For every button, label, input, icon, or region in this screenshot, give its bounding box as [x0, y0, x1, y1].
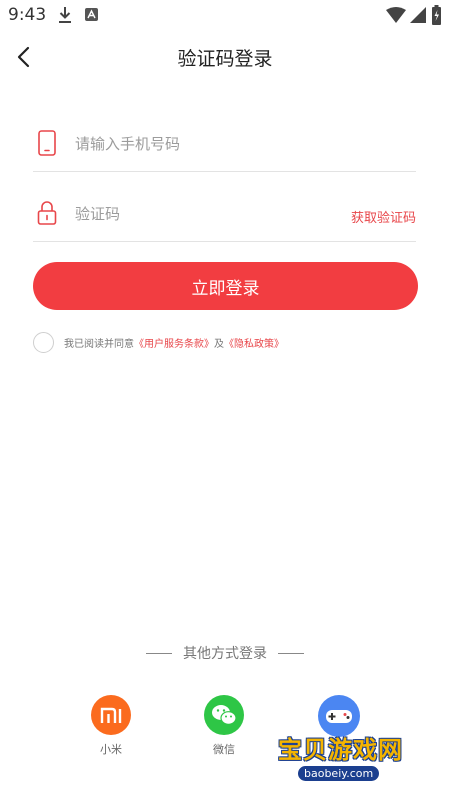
lock-icon: [37, 201, 57, 225]
privacy-link[interactable]: 《隐私政策》: [224, 335, 284, 350]
watermark-url: baobeiy.com: [298, 766, 380, 781]
wechat-logo-icon: [212, 705, 237, 725]
terms-link[interactable]: 《用户服务条款》: [134, 335, 214, 350]
xiaomi-login: 小米: [81, 695, 141, 757]
agreement-prefix: 我已阅读并同意: [64, 338, 134, 350]
watermark-title: 宝贝游戏网: [278, 736, 403, 764]
xiaomi-logo-icon: [100, 707, 122, 723]
download-icon: [59, 7, 71, 23]
divider-line-left: [146, 652, 172, 654]
agreement-connector: 及: [214, 338, 224, 350]
phone-field: [33, 120, 416, 172]
header: 验证码登录: [0, 36, 450, 80]
battery-icon: [432, 5, 441, 25]
get-code-button[interactable]: 获取验证码: [351, 207, 416, 226]
watermark: 宝贝游戏网 baobeiy.com: [270, 730, 430, 798]
xiaomi-label: 小米: [100, 743, 122, 756]
verification-code-input[interactable]: [75, 200, 295, 228]
page-title: 验证码登录: [177, 48, 273, 70]
other-login-title: 其他方式登录: [183, 646, 267, 662]
gamepad-icon: [326, 710, 352, 723]
status-bar: 9:43: [0, 0, 450, 32]
signal-icon: [410, 7, 426, 23]
other-login-divider: 其他方式登录: [0, 642, 450, 664]
wechat-login: 微信: [194, 695, 254, 757]
wechat-label: 微信: [213, 743, 235, 756]
status-time: 9:43: [8, 5, 47, 25]
verification-code-field: 获取验证码: [33, 190, 416, 242]
agreement-checkbox[interactable]: [33, 331, 54, 353]
xiaomi-login-button[interactable]: [91, 695, 131, 735]
login-button[interactable]: 立即登录: [33, 262, 418, 310]
agreement-row: 我已阅读并同意 《用户服务条款》 及 《隐私政策》: [33, 331, 284, 353]
divider-line-right: [278, 652, 304, 654]
phone-input[interactable]: [75, 130, 405, 158]
wifi-icon: [386, 7, 406, 23]
wechat-login-button[interactable]: [204, 695, 244, 735]
phone-icon: [38, 130, 56, 156]
app-notification-icon: [85, 8, 98, 21]
